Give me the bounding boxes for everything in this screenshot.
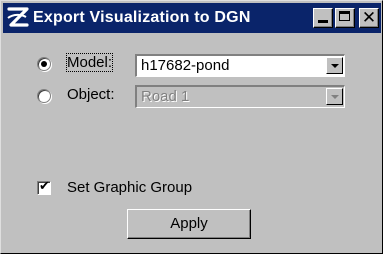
caption-buttons: ✕: [313, 8, 379, 28]
checkmark-icon: ✔: [39, 179, 50, 194]
model-radio[interactable]: [37, 57, 51, 71]
close-button[interactable]: ✕: [359, 8, 379, 28]
object-dropdown[interactable]: Road 1: [135, 85, 345, 108]
close-icon: ✕: [361, 8, 377, 28]
maximize-button[interactable]: [335, 8, 355, 28]
object-label: Object:: [67, 86, 115, 103]
chevron-down-icon: [331, 64, 339, 68]
title-bar[interactable]: Export Visualization to DGN ✕: [3, 3, 381, 33]
model-dropdown[interactable]: h17682-pond: [135, 54, 345, 77]
set-graphic-group-label: Set Graphic Group: [67, 179, 193, 196]
model-dropdown-value: h17682-pond: [141, 57, 230, 74]
set-graphic-group-checkbox[interactable]: ✔: [37, 179, 51, 195]
window-title: Export Visualization to DGN: [33, 9, 251, 26]
object-dropdown-button[interactable]: [326, 88, 343, 105]
object-radio[interactable]: [37, 89, 51, 103]
maximize-icon: [339, 11, 350, 21]
chevron-down-icon: [331, 95, 339, 99]
microstation-logo-icon: [7, 7, 29, 27]
export-visualization-dialog: Export Visualization to DGN ✕ Model: h17…: [0, 0, 383, 254]
apply-button[interactable]: Apply: [127, 209, 251, 239]
object-dropdown-value: Road 1: [141, 88, 190, 105]
minimize-icon: [318, 20, 328, 23]
minimize-button[interactable]: [313, 8, 333, 28]
model-label: Model:: [65, 53, 114, 72]
model-dropdown-button[interactable]: [326, 57, 343, 74]
radio-selected-dot: [41, 61, 47, 67]
